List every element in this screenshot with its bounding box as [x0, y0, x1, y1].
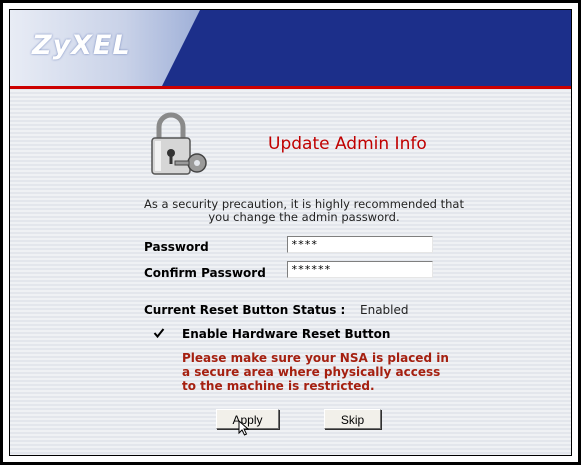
setup-panel: ZyXEL Update Admin Info As a security pr…: [9, 9, 572, 456]
warning-line-2: a secure area where physically access: [182, 365, 441, 379]
checkmark-icon: [153, 328, 165, 339]
header-divider: [10, 86, 571, 89]
warning-line-1: Please make sure your NSA is placed in: [182, 351, 449, 365]
header-banner: ZyXEL: [10, 10, 571, 86]
confirm-password-label: Confirm Password: [144, 266, 266, 280]
password-label: Password: [144, 240, 209, 254]
intro-line-2: you change the admin password.: [208, 210, 400, 224]
confirm-password-field[interactable]: [287, 261, 433, 278]
mouse-pointer-icon: [238, 420, 250, 436]
reset-status-value: Enabled: [360, 303, 409, 317]
intro-text: As a security precaution, it is highly r…: [119, 198, 489, 224]
password-field[interactable]: [287, 236, 433, 253]
zyxel-logo: ZyXEL: [32, 30, 131, 61]
page-title: Update Admin Info: [268, 134, 427, 154]
reset-status-label: Current Reset Button Status :: [144, 303, 346, 317]
padlock-key-icon: [151, 112, 207, 175]
window-frame: ZyXEL Update Admin Info As a security pr…: [0, 0, 581, 465]
reset-warning: Please make sure your NSA is placed in a…: [182, 351, 482, 393]
skip-button[interactable]: Skip: [324, 409, 381, 429]
warning-line-3: to the machine is restricted.: [182, 379, 375, 393]
enable-reset-checkbox[interactable]: [153, 327, 165, 339]
enable-reset-label[interactable]: Enable Hardware Reset Button: [182, 327, 390, 341]
